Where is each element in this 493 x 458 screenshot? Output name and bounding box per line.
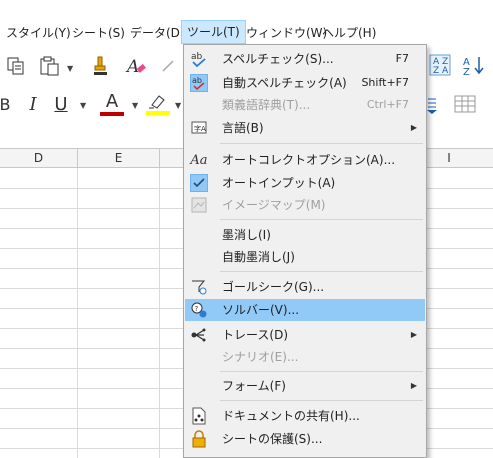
menu-item-label: オートコレクトオプション(A)... bbox=[222, 153, 396, 167]
menu-item-label: イメージマップ(M) bbox=[222, 198, 326, 212]
menu-separator bbox=[220, 271, 423, 272]
underline-button[interactable]: U bbox=[50, 93, 72, 115]
trace-icon bbox=[190, 326, 208, 344]
goal-seek-icon bbox=[190, 278, 208, 296]
highlight-dropdown-icon[interactable]: ▼ bbox=[175, 101, 181, 110]
protect-sheet-icon bbox=[190, 430, 208, 448]
paste-dropdown-icon[interactable]: ▼ bbox=[67, 64, 73, 73]
menu-item-shortcut: F7 bbox=[395, 52, 409, 65]
undo-icon[interactable] bbox=[158, 55, 178, 77]
menu-item-trace[interactable]: トレース(D) ▶ bbox=[185, 324, 425, 346]
column-header-e[interactable]: E bbox=[78, 149, 160, 168]
column-header-d[interactable]: D bbox=[0, 149, 78, 168]
menu-separator bbox=[220, 400, 423, 401]
svg-text:字A: 字A bbox=[194, 124, 206, 133]
menu-item-image-map[interactable]: イメージマップ(M) bbox=[185, 194, 425, 216]
font-color-button[interactable]: A bbox=[98, 91, 126, 117]
menu-item-spellcheck[interactable]: ab スペルチェック(S)... F7 bbox=[185, 48, 425, 70]
menu-item-label: ソルバー(V)... bbox=[222, 303, 300, 317]
menu-item-redact[interactable]: 墨消し(I) bbox=[185, 224, 425, 246]
menu-item-label: 言語(B) bbox=[222, 121, 264, 135]
italic-button[interactable]: I bbox=[22, 93, 44, 115]
menu-data[interactable]: データ(D) bbox=[130, 21, 185, 45]
menu-item-goal-seek[interactable]: ゴールシーク(G)... bbox=[185, 276, 425, 298]
menu-item-autoinput[interactable]: オートインプット(A) bbox=[185, 172, 425, 194]
highlight-color-button[interactable] bbox=[144, 91, 172, 117]
share-document-icon bbox=[190, 407, 208, 425]
menu-item-autocorrect-options[interactable]: Aa オートコレクトオプション(A)... bbox=[185, 149, 425, 171]
highlight-color-bar bbox=[146, 111, 170, 115]
tools-menu: ab スペルチェック(S)... F7 ab 自動スペルチェック(A) Shif… bbox=[183, 44, 427, 458]
menu-item-label: ドキュメントの共有(H)... bbox=[222, 409, 360, 423]
auto-spellcheck-icon: ab bbox=[190, 74, 208, 92]
menu-item-label: 墨消し(I) bbox=[222, 228, 271, 242]
menu-item-label: 自動墨消し(J) bbox=[222, 250, 295, 264]
spellcheck-icon: ab bbox=[190, 50, 208, 68]
menu-item-shortcut: Shift+F7 bbox=[361, 76, 409, 89]
clear-formatting-icon[interactable]: A bbox=[124, 55, 148, 77]
menu-item-label: ゴールシーク(G)... bbox=[222, 280, 325, 294]
menu-item-label: オートインプット(A) bbox=[222, 176, 336, 190]
menu-sheet[interactable]: シート(S) bbox=[72, 21, 125, 45]
menu-item-language[interactable]: 字A 言語(B) ▶ bbox=[185, 117, 425, 139]
clone-formatting-icon[interactable] bbox=[90, 55, 114, 77]
image-map-icon bbox=[190, 196, 208, 214]
menu-separator bbox=[220, 219, 423, 220]
submenu-arrow-icon: ▶ bbox=[410, 381, 417, 390]
menu-item-label: シートの保護(S)... bbox=[222, 432, 323, 446]
menu-tools[interactable]: ツール(T) bbox=[181, 20, 246, 44]
menu-item-label: 類義語辞典(T)... bbox=[222, 98, 311, 112]
menu-item-protect-sheet[interactable]: シートの保護(S)... bbox=[185, 428, 425, 450]
bold-partial-icon[interactable]: B bbox=[0, 93, 11, 115]
underline-label: U bbox=[54, 93, 68, 115]
font-color-dropdown-icon[interactable]: ▼ bbox=[132, 101, 138, 110]
grid-divider bbox=[77, 168, 78, 458]
menu-window[interactable]: ウィンドウ(W) bbox=[246, 21, 327, 45]
menu-item-label: トレース(D) bbox=[222, 328, 289, 342]
solver-icon: ? bbox=[190, 301, 208, 319]
align-icon-partial[interactable] bbox=[426, 95, 438, 115]
svg-text:A: A bbox=[125, 57, 139, 77]
grid-divider bbox=[159, 168, 160, 458]
menu-item-label: シナリオ(E)... bbox=[222, 350, 299, 364]
menu-help[interactable]: ヘルプ(H) bbox=[322, 21, 376, 45]
menu-item-scenarios[interactable]: シナリオ(E)... bbox=[185, 346, 425, 368]
submenu-arrow-icon: ▶ bbox=[410, 330, 417, 339]
svg-text:Z: Z bbox=[463, 67, 470, 76]
svg-text:ab: ab bbox=[191, 52, 203, 62]
autocorrect-icon: Aa bbox=[190, 152, 208, 168]
menu-item-share-document[interactable]: ドキュメントの共有(H)... bbox=[185, 405, 425, 427]
menu-style[interactable]: スタイル(Y) bbox=[6, 21, 71, 45]
checkmark-icon bbox=[190, 174, 208, 192]
menu-item-solver[interactable]: ? ソルバー(V)... bbox=[185, 299, 425, 321]
paste-icon[interactable] bbox=[38, 55, 62, 77]
font-color-bar bbox=[100, 111, 124, 116]
svg-text:Z: Z bbox=[433, 66, 439, 76]
underline-dropdown-icon[interactable]: ▼ bbox=[80, 101, 86, 110]
language-icon: 字A bbox=[190, 119, 208, 137]
svg-text:?: ? bbox=[195, 305, 199, 313]
menu-item-label: スペルチェック(S)... bbox=[222, 52, 334, 66]
sort-descending-icon[interactable]: AZZA bbox=[428, 53, 452, 77]
submenu-arrow-icon: ▶ bbox=[410, 123, 417, 132]
sort-ascending-icon[interactable]: AZ bbox=[460, 53, 488, 77]
borders-icon[interactable] bbox=[452, 93, 478, 115]
menu-item-forms[interactable]: フォーム(F) ▶ bbox=[185, 375, 425, 397]
menu-separator bbox=[220, 143, 423, 144]
italic-label: I bbox=[29, 93, 37, 115]
svg-text:A: A bbox=[442, 66, 449, 76]
menu-item-auto-redact[interactable]: 自動墨消し(J) bbox=[185, 246, 425, 268]
menubar: スタイル(Y) シート(S) データ(D) ツール(T) ウィンドウ(W) ヘル… bbox=[0, 20, 493, 45]
menu-separator bbox=[220, 371, 423, 372]
menu-item-label: フォーム(F) bbox=[222, 379, 286, 393]
svg-text:ab: ab bbox=[192, 76, 202, 85]
menu-item-thesaurus[interactable]: 類義語辞典(T)... Ctrl+F7 bbox=[185, 94, 425, 116]
menu-item-label: 自動スペルチェック(A) bbox=[222, 76, 347, 90]
menu-item-shortcut: Ctrl+F7 bbox=[366, 98, 409, 111]
font-color-label: A bbox=[105, 90, 119, 112]
menu-item-auto-spellcheck[interactable]: ab 自動スペルチェック(A) Shift+F7 bbox=[185, 72, 425, 94]
copy-icon[interactable] bbox=[4, 55, 28, 77]
